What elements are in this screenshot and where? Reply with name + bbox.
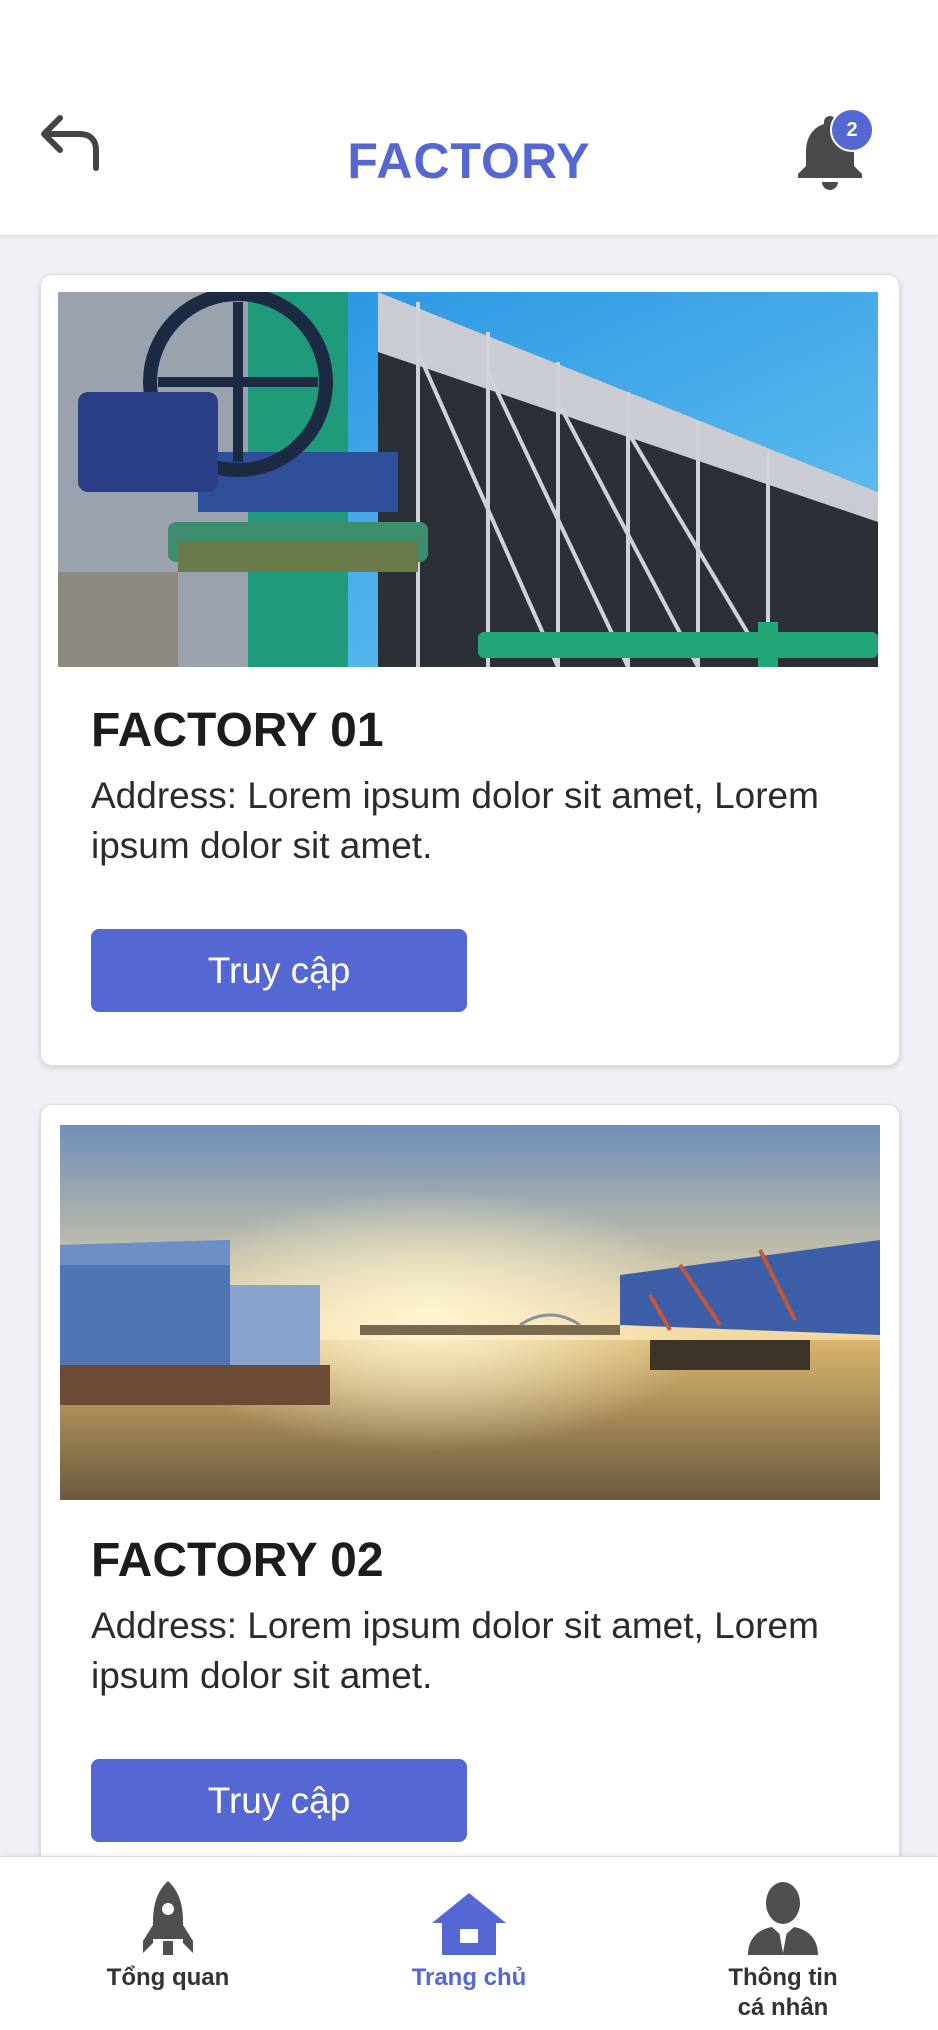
factory-title: FACTORY 02 bbox=[91, 1534, 384, 1587]
access-button[interactable]: Truy cập bbox=[91, 1759, 467, 1842]
nav-item-overview[interactable]: Tổng quan bbox=[88, 1857, 248, 2030]
bottom-navigation: Tổng quan Trang chủ Thông tin cá nhân bbox=[0, 1856, 938, 2030]
home-icon bbox=[429, 1881, 509, 1955]
factory-address: Address: Lorem ipsum dolor sit amet, Lor… bbox=[91, 775, 819, 866]
factory-card: FACTORY 01 Address: Lorem ipsum dolor si… bbox=[40, 274, 900, 1066]
factory-title: FACTORY 01 bbox=[91, 704, 384, 757]
rocket-icon bbox=[128, 1881, 208, 1955]
nav-label: Thông tin cá nhân bbox=[728, 1963, 837, 2023]
nav-label-line: cá nhân bbox=[737, 1994, 829, 2021]
nav-item-home[interactable]: Trang chủ bbox=[389, 1857, 549, 2030]
nav-label: Tổng quan bbox=[106, 1964, 230, 1991]
nav-label-line: Thông tin bbox=[728, 1964, 838, 1991]
notification-badge: 2 bbox=[830, 108, 874, 152]
nav-item-profile[interactable]: Thông tin cá nhân bbox=[703, 1857, 863, 2030]
user-icon bbox=[743, 1881, 823, 1955]
factory-image bbox=[58, 292, 878, 667]
access-button[interactable]: Truy cập bbox=[91, 929, 467, 1012]
factory-address: Address: Lorem ipsum dolor sit amet, Lor… bbox=[91, 1605, 819, 1696]
nav-label: Trang chủ bbox=[411, 1964, 527, 1991]
factory-image bbox=[60, 1125, 880, 1500]
factory-card: FACTORY 02 Address: Lorem ipsum dolor si… bbox=[40, 1104, 900, 1856]
factory-list: FACTORY 01 Address: Lorem ipsum dolor si… bbox=[0, 236, 938, 1856]
top-app-bar: FACTORY 2 bbox=[0, 0, 938, 236]
